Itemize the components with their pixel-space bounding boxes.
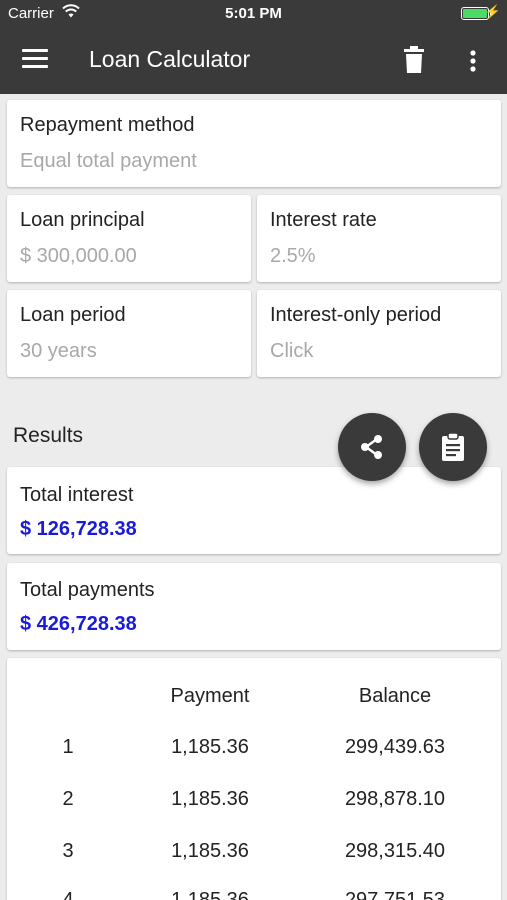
interest-only-period-value: Click — [270, 340, 314, 362]
status-bar: Carrier 5:01 PM ⚡ — [0, 0, 507, 28]
interest-rate-card[interactable]: Interest rate 2.5% — [257, 195, 501, 282]
row-period: 4 — [62, 889, 74, 900]
row-balance: 298,315.40 — [344, 840, 446, 862]
table-row: 2 1,185.36 298,878.10 — [7, 788, 501, 818]
trash-icon[interactable] — [402, 46, 426, 74]
total-payments-card: Total payments $ 426,728.38 — [7, 563, 501, 650]
row-payment: 1,185.36 — [171, 889, 249, 900]
total-interest-card: Total interest $ 126,728.38 — [7, 467, 501, 554]
row-balance: 299,439.63 — [344, 736, 446, 758]
results-heading: Results — [13, 424, 84, 447]
share-button[interactable] — [338, 413, 406, 481]
column-header-payment: Payment — [170, 685, 250, 707]
table-header-row: Payment Balance — [7, 685, 501, 715]
total-interest-value: $ 126,728.38 — [20, 518, 137, 540]
loan-period-card[interactable]: Loan period 30 years — [7, 290, 251, 377]
hamburger-menu-icon[interactable] — [22, 49, 48, 71]
loan-principal-value: $ 300,000.00 — [20, 245, 137, 267]
repayment-method-card[interactable]: Repayment method Equal total payment — [7, 100, 501, 187]
copy-to-clipboard-button[interactable] — [419, 413, 487, 481]
interest-only-period-card[interactable]: Interest-only period Click — [257, 290, 501, 377]
repayment-method-value: Equal total payment — [20, 150, 197, 172]
total-payments-value: $ 426,728.38 — [20, 613, 137, 635]
repayment-method-label: Repayment method — [20, 114, 195, 136]
row-balance: 298,878.10 — [344, 788, 446, 810]
table-row: 3 1,185.36 298,315.40 — [7, 840, 501, 870]
loan-period-label: Loan period — [20, 304, 126, 326]
row-period: 1 — [62, 736, 74, 758]
more-vertical-icon[interactable] — [462, 48, 484, 76]
loan-principal-label: Loan principal — [20, 209, 145, 231]
column-header-balance: Balance — [358, 685, 432, 707]
total-interest-label: Total interest — [20, 484, 134, 506]
interest-rate-value: 2.5% — [270, 245, 316, 267]
clock: 5:01 PM — [225, 5, 282, 22]
row-payment: 1,185.36 — [171, 736, 249, 758]
row-payment: 1,185.36 — [171, 840, 249, 862]
app-bar: Loan Calculator — [0, 28, 507, 94]
loan-period-value: 30 years — [20, 340, 97, 362]
row-period: 2 — [62, 788, 74, 810]
table-row: 4 1,185.36 297,751.53 — [7, 889, 501, 900]
row-period: 3 — [62, 840, 74, 862]
interest-only-period-label: Interest-only period — [270, 304, 442, 326]
loan-principal-card[interactable]: Loan principal $ 300,000.00 — [7, 195, 251, 282]
clipboard-icon — [442, 432, 464, 461]
row-payment: 1,185.36 — [171, 788, 249, 810]
interest-rate-label: Interest rate — [270, 209, 377, 231]
table-row: 1 1,185.36 299,439.63 — [7, 736, 501, 766]
row-balance: 297,751.53 — [344, 889, 446, 900]
total-payments-label: Total payments — [20, 579, 155, 601]
page-title: Loan Calculator — [89, 46, 251, 72]
share-icon — [361, 435, 382, 459]
amortization-table: Payment Balance 1 1,185.36 299,439.63 2 … — [7, 658, 501, 900]
charging-bolt-icon: ⚡ — [484, 4, 501, 19]
